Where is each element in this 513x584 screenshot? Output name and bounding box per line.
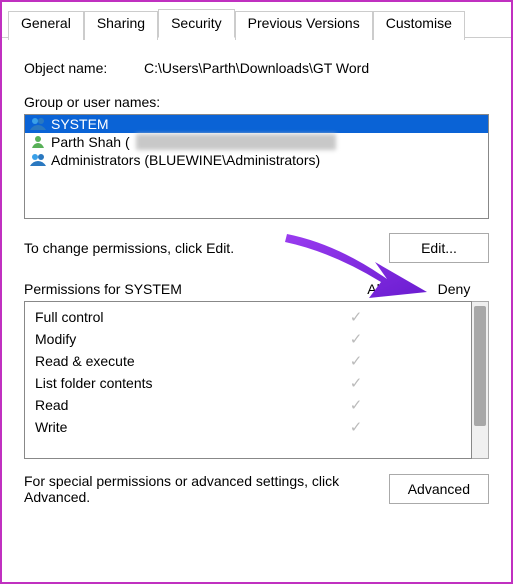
perm-name: Modify [35, 331, 321, 347]
edit-hint-text: To change permissions, click Edit. [24, 240, 389, 256]
check-icon: ✓ [321, 308, 391, 326]
advanced-hint-text: For special permissions or advanced sett… [24, 473, 389, 505]
perm-name: Read [35, 397, 321, 413]
tab-previous-versions[interactable]: Previous Versions [235, 11, 373, 40]
tabs-bar: General Sharing Security Previous Versio… [2, 2, 511, 38]
scrollbar-thumb[interactable] [474, 306, 486, 426]
user-icon [29, 134, 47, 150]
redacted-text [136, 134, 336, 150]
perm-name: Read & execute [35, 353, 321, 369]
group-label: Group or user names: [24, 94, 489, 110]
permissions-for-label: Permissions for SYSTEM [24, 281, 349, 297]
check-icon: ✓ [321, 418, 391, 436]
object-name-label: Object name: [24, 60, 144, 76]
perm-row: Read & execute ✓ [25, 350, 471, 372]
deny-header: Deny [419, 281, 489, 297]
advanced-button[interactable]: Advanced [389, 474, 489, 504]
check-icon: ✓ [321, 330, 391, 348]
perm-row: Full control ✓ [25, 306, 471, 328]
perm-row: Modify ✓ [25, 328, 471, 350]
perm-row: Write ✓ [25, 416, 471, 438]
edit-button[interactable]: Edit... [389, 233, 489, 263]
security-panel: Object name: C:\Users\Parth\Downloads\GT… [2, 38, 511, 517]
user-label: Parth Shah ( [51, 134, 130, 150]
advanced-row: For special permissions or advanced sett… [24, 473, 489, 505]
permissions-listbox[interactable]: Full control ✓ Modify ✓ Read & execute ✓… [24, 301, 472, 459]
object-name-value: C:\Users\Parth\Downloads\GT Word [144, 60, 489, 76]
users-listbox[interactable]: SYSTEM Parth Shah ( Administrators (BLUE… [24, 114, 489, 219]
check-icon: ✓ [321, 352, 391, 370]
perm-row: Read ✓ [25, 394, 471, 416]
object-row: Object name: C:\Users\Parth\Downloads\GT… [24, 60, 489, 76]
user-item-parth[interactable]: Parth Shah ( [25, 133, 488, 151]
permissions-header: Permissions for SYSTEM Allow Deny [24, 281, 489, 297]
users-group-icon [29, 116, 47, 132]
tab-sharing[interactable]: Sharing [84, 11, 158, 40]
perm-name: Full control [35, 309, 321, 325]
edit-row: To change permissions, click Edit. Edit.… [24, 233, 489, 263]
user-item-system[interactable]: SYSTEM [25, 115, 488, 133]
scrollbar[interactable] [472, 301, 489, 459]
tab-security[interactable]: Security [158, 9, 235, 38]
user-label: Administrators (BLUEWINE\Administrators) [51, 152, 320, 168]
check-icon: ✓ [321, 374, 391, 392]
check-icon: ✓ [321, 396, 391, 414]
user-label: SYSTEM [51, 116, 109, 132]
perm-name: Write [35, 419, 321, 435]
perm-name: List folder contents [35, 375, 321, 391]
tab-general[interactable]: General [8, 11, 84, 40]
users-group-icon [29, 152, 47, 168]
user-item-admins[interactable]: Administrators (BLUEWINE\Administrators) [25, 151, 488, 169]
perm-row: List folder contents ✓ [25, 372, 471, 394]
allow-header: Allow [349, 281, 419, 297]
tab-customise[interactable]: Customise [373, 11, 465, 40]
